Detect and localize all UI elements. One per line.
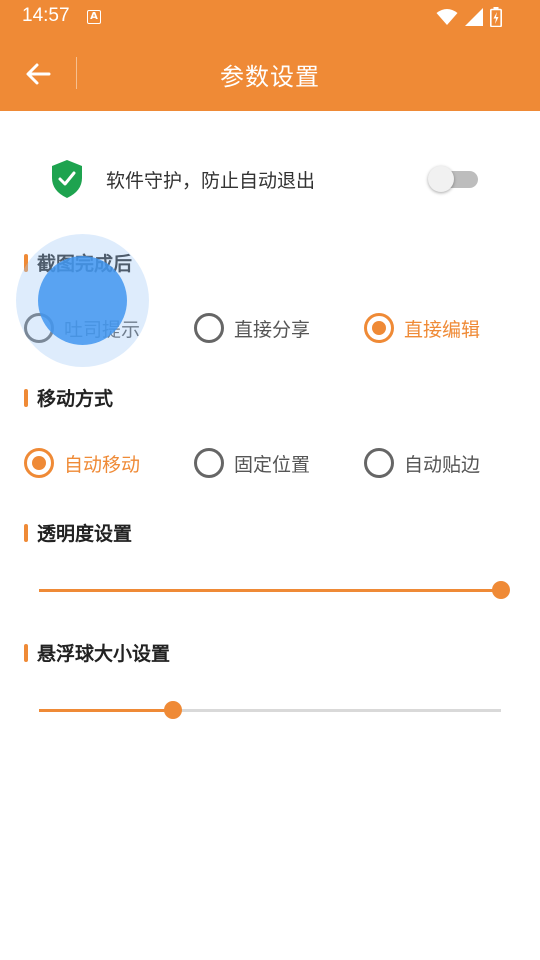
radio-label: 自动移动 (64, 453, 141, 476)
ball-size-slider[interactable] (39, 700, 501, 720)
battery-charging-icon (490, 7, 502, 27)
protect-row: 软件守护，防止自动退出 (0, 150, 540, 208)
slider-fill (39, 709, 173, 712)
shield-check-icon (52, 160, 82, 198)
radio-auto-move[interactable]: 自动移动 (24, 443, 140, 483)
app-bar: 14:57 A 参数设置 (0, 0, 540, 111)
floating-ball[interactable] (38, 256, 127, 345)
status-icons (436, 6, 502, 28)
radio-direct-share[interactable]: 直接分享 (194, 308, 310, 348)
radio-label: 固定位置 (234, 453, 311, 476)
radio-circle (194, 448, 224, 478)
section-bar (24, 523, 28, 542)
opacity-slider[interactable] (39, 580, 510, 600)
protect-label: 软件守护，防止自动退出 (106, 170, 316, 192)
move-mode-radio-group: 自动移动 固定位置 自动贴边 (0, 443, 540, 483)
section-bar (24, 388, 28, 407)
radio-label: 自动贴边 (404, 453, 481, 476)
wifi-icon (436, 9, 458, 25)
toggle-thumb (428, 166, 454, 192)
section-title-opacity: 透明度设置 (24, 519, 132, 546)
radio-circle (364, 448, 394, 478)
slider-thumb[interactable] (163, 701, 182, 719)
section-bar (24, 643, 28, 662)
slider-fill (39, 589, 501, 592)
text-a-icon: A (87, 10, 101, 24)
section-title-move-mode: 移动方式 (24, 384, 113, 411)
slider-thumb[interactable] (492, 581, 510, 599)
section-title-ball-size: 悬浮球大小设置 (24, 639, 170, 666)
section-title-label: 移动方式 (37, 388, 114, 410)
signal-icon (465, 8, 483, 26)
page-title: 参数设置 (220, 63, 320, 91)
radio-circle-checked (364, 313, 394, 343)
radio-label: 直接分享 (234, 318, 311, 341)
radio-auto-snap-edge[interactable]: 自动贴边 (364, 443, 480, 483)
radio-circle (194, 313, 224, 343)
radio-circle-checked (24, 448, 54, 478)
radio-label: 直接编辑 (404, 318, 481, 341)
radio-fixed-position[interactable]: 固定位置 (194, 443, 310, 483)
section-title-label: 透明度设置 (37, 523, 133, 545)
radio-direct-edit[interactable]: 直接编辑 (364, 308, 480, 348)
section-title-label: 悬浮球大小设置 (37, 643, 171, 665)
protect-toggle[interactable] (428, 166, 480, 192)
status-time: 14:57 (22, 5, 70, 26)
